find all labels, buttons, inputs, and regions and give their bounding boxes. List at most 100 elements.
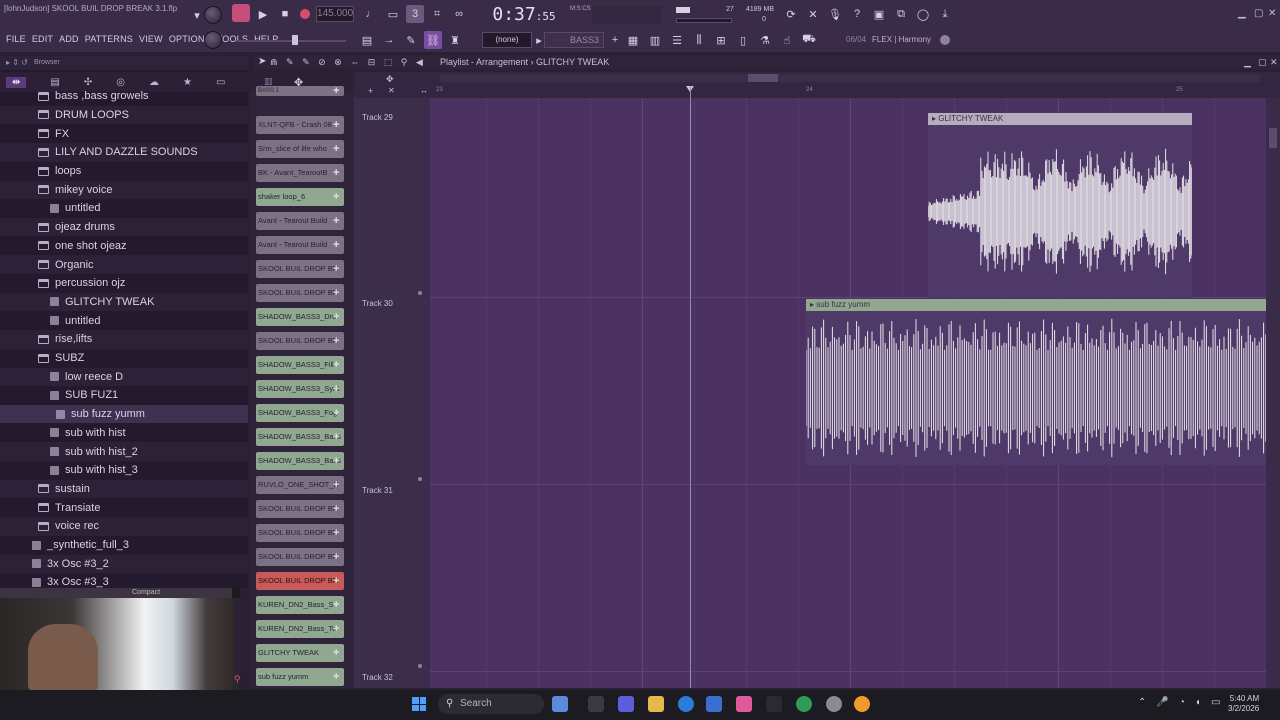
step-edit-icon[interactable]: ⌗ [428,5,446,23]
arrow-lr-icon[interactable]: ↔ [420,86,428,95]
channel-button[interactable]: shaker loop_6 + [256,188,344,206]
channel-button[interactable]: SHADOW_BASS3_Fog + [256,404,344,422]
close-icon[interactable]: ✕ [1268,8,1276,19]
save-icon[interactable]: ▣ [870,5,888,23]
add-icon[interactable]: + [333,452,342,470]
cart-icon[interactable]: ⛟ [800,31,818,49]
taskbar-clock[interactable]: 5:40 AM 3/2/2026 [1228,694,1259,714]
menu-patterns[interactable]: PATTERNS [85,34,133,44]
channel-button[interactable]: SHADOW_BASS3_Synt + [256,380,344,398]
add-icon[interactable]: + [333,356,342,374]
browser-item[interactable]: percussion ojz [0,274,248,293]
download-icon[interactable]: ⤓ [936,5,954,23]
browser-item[interactable]: rise,lifts [0,330,248,349]
delete-track-icon[interactable]: ✕ [388,86,395,95]
add-icon[interactable]: + [333,236,342,254]
search-icon[interactable]: ⚲ [234,674,241,685]
link-icon[interactable]: ⛓ [424,31,442,49]
countdown-icon[interactable]: 3 [406,5,424,23]
browser-item[interactable]: loops [0,162,248,181]
menu-help[interactable]: HELP [254,34,278,44]
add-icon[interactable]: + [333,164,342,182]
browser-item[interactable]: sub with hist_2 [0,442,248,461]
globe-icon[interactable] [940,35,950,45]
add-icon[interactable]: + [333,140,342,158]
plugin-picker-icon[interactable]: ⚗ [756,31,774,49]
edge-icon[interactable] [678,696,694,712]
track-label[interactable]: Track 29 [362,113,393,122]
task-view-icon[interactable] [588,696,604,712]
add-icon[interactable]: + [333,620,342,638]
add-icon[interactable]: + [333,116,342,134]
channel-button[interactable]: SHADOW_BASS3_Fill + [256,356,344,374]
browser-item[interactable]: sub with hist [0,424,248,443]
browser-item[interactable]: DRUM LOOPS [0,105,248,125]
stop-icon[interactable]: ■ [276,5,294,23]
browser-item[interactable]: sub fuzz yumm [0,404,248,424]
channel-button[interactable]: BASS 1 + [256,86,344,96]
channel-button[interactable]: KUREN_DN2_Bass_S + [256,596,344,614]
browser-item[interactable]: mikey voice [0,180,248,200]
channel-rack-icon[interactable]: ☰ [668,31,686,49]
volume-icon[interactable]: ◖ [1195,697,1201,708]
taskbar-search[interactable]: Search [438,694,544,714]
channel-button[interactable]: Srm_slice of life who + [256,140,344,158]
network-icon[interactable]: ◔ [1179,697,1185,708]
widgets-icon[interactable] [552,696,568,712]
touch-icon[interactable]: ☝ [778,31,796,49]
channel-button[interactable]: GLITCHY TWEAK + [256,644,344,662]
add-icon[interactable]: + [333,572,342,590]
creative-app-icon[interactable] [736,696,752,712]
playlist-maximize-icon[interactable]: ▢ [1258,57,1267,68]
channel-button[interactable]: SKOOL BUIL DROP BR + [256,572,344,590]
metronome-icon[interactable]: ♩ [362,5,380,23]
mixer-window-icon[interactable]: ⫼ [690,31,708,49]
add-icon[interactable]: + [333,212,342,230]
channel-button[interactable]: XLNT-QFB - Crash 08 + [256,116,344,134]
menu-edit[interactable]: EDIT [32,34,53,44]
playlist-minimize-icon[interactable]: ▁ [1244,57,1251,68]
channel-button[interactable]: SHADOW_BASS3_Dru + [256,308,344,326]
browser-item[interactable]: SUBZ [0,349,248,368]
browser-item[interactable]: GLITCHY TWEAK [0,292,248,312]
chevron-up-icon[interactable]: ⌃ [1138,697,1146,708]
browser-item[interactable]: voice rec [0,517,248,536]
playlist-vertical-scrollbar[interactable] [1266,98,1280,688]
playlist-tools[interactable]: ⋒ ✎ ✎ ⊘ ⊗ ⇔ ⊟ ⬚ ⚲ ◀ [270,57,426,68]
channel-button[interactable]: SKOOL BUIL DROP BR + [256,332,344,350]
master-pitch-knob[interactable] [204,31,222,49]
add-icon[interactable]: + [333,476,342,494]
arrow-right-icon[interactable]: → [380,31,398,49]
browser-item[interactable]: untitled [0,311,248,330]
pen-icon[interactable]: ✎ [402,31,420,49]
piano-roll-icon[interactable]: ▥ [646,31,664,49]
browser-item[interactable]: _synthetic_full_3 [0,536,248,555]
channel-button[interactable]: KUREN_DN2_Bass_To + [256,620,344,638]
channel-button[interactable]: SHADOW_BASS3_Bass + [256,428,344,446]
track-label[interactable]: Track 31 [362,486,393,495]
routing-icon[interactable]: ⊞ [712,31,730,49]
channel-button[interactable]: SHADOW_BASS3_Bass + [256,452,344,470]
playlist-window-icon[interactable]: ▦ [624,31,642,49]
clip-header[interactable]: ▸ sub fuzz yumm [806,299,1266,311]
help-icon[interactable]: ? [848,5,866,23]
file-explorer-icon[interactable] [648,696,664,712]
browser-file-icon[interactable]: ▤ [50,77,59,88]
add-icon[interactable]: + [333,548,342,566]
microphone-icon[interactable]: 🎙 [826,5,844,23]
chrome-icon[interactable] [796,696,812,712]
browser-item[interactable]: FX [0,124,248,143]
channel-button[interactable]: SKOOL BUIL DROP BR + [256,548,344,566]
browser-item[interactable]: untitled [0,199,248,218]
add-icon[interactable]: + [333,260,342,278]
channel-button[interactable]: SKOOL BUIL DROP BR + [256,524,344,542]
add-icon[interactable]: + [333,668,342,686]
mixer-icon[interactable]: ✕ [804,5,822,23]
add-icon[interactable]: + [333,524,342,542]
refresh-icon[interactable]: ⟳ [782,5,800,23]
clip-header[interactable]: ▸ GLITCHY TWEAK [928,113,1192,125]
chat-icon[interactable]: ◯ [914,5,932,23]
add-icon[interactable]: + [333,428,342,446]
plugin-icon[interactable]: ⧉ [892,5,910,23]
microphone-icon[interactable]: 🎤 [1156,697,1168,708]
